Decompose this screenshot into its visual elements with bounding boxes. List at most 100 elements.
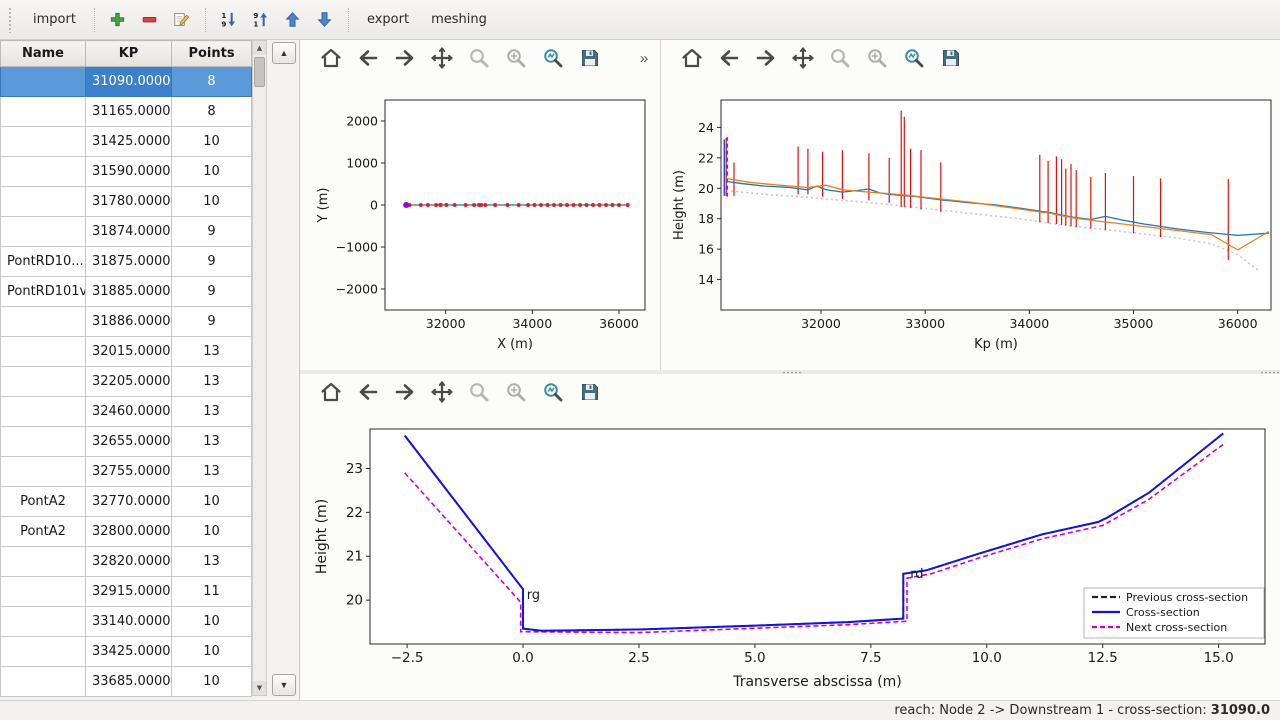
subplots-button[interactable]: [501, 377, 531, 407]
cell-points[interactable]: 13: [172, 397, 252, 427]
cell-points[interactable]: 10: [172, 517, 252, 547]
cell-points[interactable]: 9: [172, 217, 252, 247]
table-row[interactable]: 31886.00009: [1, 307, 252, 337]
export-button[interactable]: export: [358, 8, 418, 31]
cell-kp[interactable]: 32755.0000: [86, 457, 172, 487]
cell-kp[interactable]: 33685.0000: [86, 667, 172, 697]
forward-button[interactable]: [390, 377, 420, 407]
table-row[interactable]: 33425.000010: [1, 637, 252, 667]
home-button[interactable]: [316, 43, 346, 73]
cell-kp[interactable]: 32460.0000: [86, 397, 172, 427]
cell-points[interactable]: 10: [172, 157, 252, 187]
table-row[interactable]: PontRD101v31885.00009: [1, 277, 252, 307]
cell-name[interactable]: [1, 157, 86, 187]
navigate-next-section-button[interactable]: ▼: [272, 674, 296, 696]
table-row[interactable]: 31590.000010: [1, 157, 252, 187]
cell-name[interactable]: [1, 127, 86, 157]
toolbar-overflow-button[interactable]: »: [634, 43, 654, 73]
save-button[interactable]: [575, 377, 605, 407]
import-button[interactable]: import: [24, 8, 85, 31]
remove-cross-section-button[interactable]: [136, 6, 164, 34]
meshing-button[interactable]: meshing: [422, 8, 496, 31]
cell-kp[interactable]: 32770.0000: [86, 487, 172, 517]
cell-name[interactable]: [1, 217, 86, 247]
cell-points[interactable]: 10: [172, 667, 252, 697]
table-row[interactable]: 33685.000010: [1, 667, 252, 697]
cell-points[interactable]: 10: [172, 607, 252, 637]
pan-button[interactable]: [427, 43, 457, 73]
cell-kp[interactable]: 32205.0000: [86, 367, 172, 397]
cell-points[interactable]: 10: [172, 637, 252, 667]
table-row[interactable]: 33140.000010: [1, 607, 252, 637]
zoom-button[interactable]: [464, 377, 494, 407]
cell-points[interactable]: 13: [172, 337, 252, 367]
cell-name[interactable]: [1, 427, 86, 457]
table-scrollbar[interactable]: ▲ ▼: [252, 40, 267, 696]
cell-kp[interactable]: 33425.0000: [86, 637, 172, 667]
save-button[interactable]: [575, 43, 605, 73]
scrollbar-thumb[interactable]: [254, 57, 265, 87]
cell-name[interactable]: [1, 547, 86, 577]
forward-button[interactable]: [390, 43, 420, 73]
table-row[interactable]: 32755.000013: [1, 457, 252, 487]
zoom-button[interactable]: [825, 43, 855, 73]
cell-kp[interactable]: 32820.0000: [86, 547, 172, 577]
table-row[interactable]: PontA232770.000010: [1, 487, 252, 517]
cell-name[interactable]: [1, 307, 86, 337]
cross-section-chart[interactable]: rgrd−2.50.02.55.07.510.012.515.020212223…: [300, 410, 1280, 700]
move-down-button[interactable]: [311, 6, 339, 34]
customize-button[interactable]: [899, 43, 929, 73]
column-header-kp[interactable]: KP: [86, 41, 172, 67]
cell-name[interactable]: [1, 637, 86, 667]
edit-cross-section-button[interactable]: [168, 6, 196, 34]
cell-kp[interactable]: 32655.0000: [86, 427, 172, 457]
customize-button[interactable]: [538, 43, 568, 73]
pan-button[interactable]: [788, 43, 818, 73]
table-row[interactable]: 31874.00009: [1, 217, 252, 247]
cell-name[interactable]: [1, 607, 86, 637]
zoom-button[interactable]: [464, 43, 494, 73]
cell-kp[interactable]: 32015.0000: [86, 337, 172, 367]
cell-name[interactable]: [1, 337, 86, 367]
table-row[interactable]: 32915.000011: [1, 577, 252, 607]
move-up-button[interactable]: [279, 6, 307, 34]
back-button[interactable]: [714, 43, 744, 73]
cell-name[interactable]: PontA2: [1, 487, 86, 517]
scroll-down-arrow-icon[interactable]: ▼: [253, 681, 266, 695]
cell-points[interactable]: 13: [172, 457, 252, 487]
cell-kp[interactable]: 31886.0000: [86, 307, 172, 337]
cell-kp[interactable]: 31165.0000: [86, 97, 172, 127]
cell-points[interactable]: 11: [172, 577, 252, 607]
table-row[interactable]: 31425.000010: [1, 127, 252, 157]
table-row[interactable]: 31780.000010: [1, 187, 252, 217]
back-button[interactable]: [353, 377, 383, 407]
cell-name[interactable]: [1, 577, 86, 607]
table-row[interactable]: 32015.000013: [1, 337, 252, 367]
cell-points[interactable]: 10: [172, 187, 252, 217]
table-row[interactable]: 32820.000013: [1, 547, 252, 577]
cell-name[interactable]: PontRD101v: [1, 277, 86, 307]
cell-kp[interactable]: 33140.0000: [86, 607, 172, 637]
cell-points[interactable]: 13: [172, 547, 252, 577]
cell-points[interactable]: 9: [172, 277, 252, 307]
cell-kp[interactable]: 31090.0000: [86, 67, 172, 97]
cell-kp[interactable]: 32800.0000: [86, 517, 172, 547]
cell-name[interactable]: [1, 367, 86, 397]
longitudinal-profile-chart[interactable]: 3200033000340003500036000141618202224Kp …: [661, 76, 1280, 370]
cell-points[interactable]: 9: [172, 307, 252, 337]
forward-button[interactable]: [751, 43, 781, 73]
column-header-points[interactable]: Points: [172, 41, 252, 67]
cell-points[interactable]: 13: [172, 367, 252, 397]
navigate-previous-section-button[interactable]: ▲: [272, 42, 296, 64]
scroll-up-arrow-icon[interactable]: ▲: [253, 41, 266, 55]
cell-points[interactable]: 13: [172, 427, 252, 457]
table-row[interactable]: 31165.00008: [1, 97, 252, 127]
plan-view-chart[interactable]: 320003400036000200010000−1000−2000X (m)Y…: [300, 76, 660, 370]
cell-name[interactable]: [1, 187, 86, 217]
cell-points[interactable]: 8: [172, 67, 252, 97]
pan-button[interactable]: [427, 377, 457, 407]
cell-points[interactable]: 8: [172, 97, 252, 127]
cell-name[interactable]: [1, 457, 86, 487]
add-cross-section-button[interactable]: [104, 6, 132, 34]
cell-kp[interactable]: 31590.0000: [86, 157, 172, 187]
